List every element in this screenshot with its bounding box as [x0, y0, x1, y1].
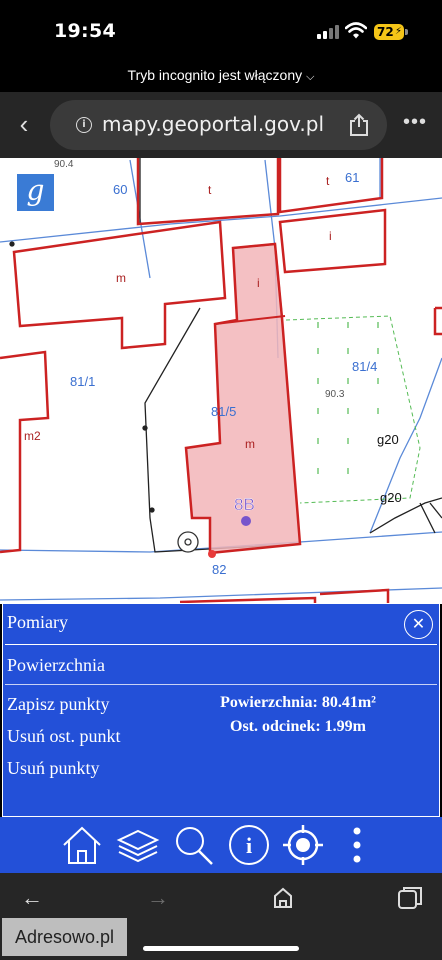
battery-level: 72: [377, 25, 394, 39]
search-icon[interactable]: [172, 823, 216, 867]
address-bar[interactable]: i mapy.geoportal.gov.pl: [50, 100, 387, 150]
map-label-addr-8b: 8B: [234, 495, 255, 514]
wifi-icon: [345, 22, 367, 39]
map-label-parcel-815: 81/5: [211, 404, 236, 419]
map-label-m2: m2: [24, 429, 41, 443]
geoportal-logo[interactable]: g: [17, 174, 54, 211]
map-label-t-left: t: [208, 183, 212, 197]
map-label-parcel-814: 81/4: [352, 359, 377, 374]
info-icon[interactable]: i: [227, 823, 271, 867]
incognito-label: Tryb incognito jest włączony: [127, 67, 303, 83]
map-label-elev-904: 90.4: [54, 159, 74, 170]
battery-icon: 72 ⚡: [374, 24, 404, 40]
layers-icon[interactable]: [116, 823, 160, 867]
map-canvas[interactable]: 90.4 60 t t 61 i m i 81/1 81/5 81/4 90.3…: [0, 158, 442, 604]
back-arrow-icon[interactable]: ←: [12, 881, 52, 915]
map-label-m-selected: m: [245, 437, 255, 451]
map-label-parcel-60: 60: [113, 182, 127, 197]
last-segment-result: Ost. odcinek: 1.99m: [230, 718, 366, 735]
locate-icon[interactable]: [281, 823, 325, 867]
more-options-icon[interactable]: •••: [400, 112, 430, 134]
status-time: 19:54: [54, 20, 116, 42]
panel-divider: [5, 644, 437, 645]
chevron-down-icon: ⌵: [306, 71, 315, 83]
measurement-mode-title: Powierzchnia: [7, 655, 105, 675]
measurement-panel: Pomiary ✕ Powierzchnia Zapisz punkty Usu…: [2, 603, 440, 817]
tabs-icon[interactable]: [390, 885, 430, 911]
signal-icon: [317, 25, 343, 39]
share-icon[interactable]: [346, 112, 372, 138]
map-label-elev-903: 90.3: [325, 389, 345, 400]
address-point: [241, 516, 251, 526]
home-indicator[interactable]: [143, 946, 299, 951]
remove-points-button[interactable]: Usuń punkty: [7, 758, 100, 779]
area-result: Powierzchnia: 80.41m²: [220, 694, 376, 711]
save-points-button[interactable]: Zapisz punkty: [7, 694, 109, 715]
battery-tip: [405, 29, 408, 35]
map-toolbar: i: [0, 817, 442, 873]
panel-divider: [5, 684, 437, 685]
url-text: mapy.geoportal.gov.pl: [102, 112, 325, 136]
benchmark-symbol: [177, 531, 199, 553]
map-label-g20-b: g20: [380, 490, 402, 505]
home-icon[interactable]: [263, 886, 303, 910]
forward-arrow-icon[interactable]: →: [138, 881, 178, 915]
watermark: Adresowo.pl: [2, 918, 127, 956]
close-icon[interactable]: ✕: [404, 610, 433, 639]
map-view[interactable]: 90.4 60 t t 61 i m i 81/1 81/5 81/4 90.3…: [0, 158, 442, 604]
more-vertical-icon[interactable]: [335, 823, 379, 867]
browser-bottom-bar: ← → Adresowo.pl: [0, 873, 442, 960]
back-chevron-icon[interactable]: ‹: [12, 109, 36, 139]
map-label-g20-a: g20: [377, 432, 399, 447]
map-label-i-right: i: [329, 229, 332, 243]
site-info-icon[interactable]: i: [76, 117, 92, 133]
map-label-parcel-811: 81/1: [70, 374, 95, 389]
map-label-parcel-61: 61: [345, 170, 359, 185]
map-label-m-top: m: [116, 271, 126, 285]
panel-title: Pomiary: [7, 612, 68, 632]
browser-url-bar: ‹ i mapy.geoportal.gov.pl •••: [0, 92, 442, 158]
home-icon[interactable]: [60, 823, 104, 867]
map-label-t-right: t: [326, 174, 330, 188]
map-label-parcel-82: 82: [212, 562, 226, 577]
info-icon-glyph: i: [246, 833, 252, 858]
map-label-i-selected: i: [257, 276, 260, 290]
remove-last-point-button[interactable]: Usuń ost. punkt: [7, 726, 121, 747]
status-bar: 19:54 72 ⚡: [0, 0, 442, 62]
incognito-banner[interactable]: Tryb incognito jest włączony ⌵: [0, 62, 442, 92]
